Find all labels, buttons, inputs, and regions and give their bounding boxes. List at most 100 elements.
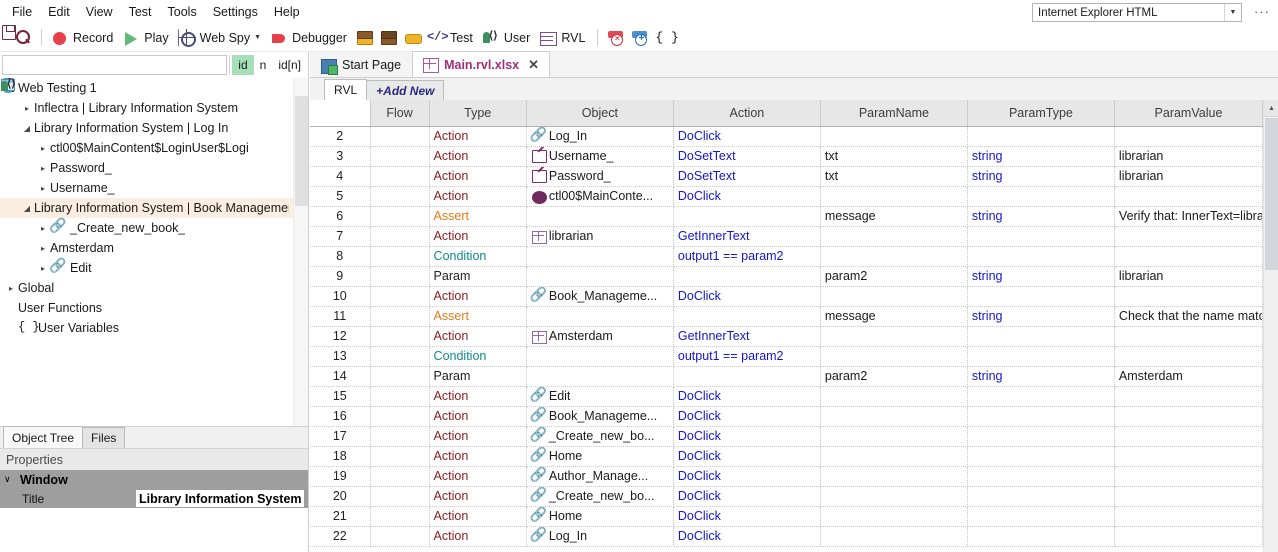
grid-column-header-rownum[interactable] [310,100,371,127]
grid-cell-action[interactable]: DoClick [673,186,821,207]
grid-cell-type[interactable]: Action [429,326,527,347]
grid-row[interactable]: 21 Action Home DoClick [310,506,1264,527]
delete-row-button[interactable] [604,26,628,50]
grid-row-number[interactable]: 22 [310,526,371,547]
menu-item-help[interactable]: Help [266,2,308,22]
grid-cell-paramtype[interactable] [967,526,1115,547]
test-code-button[interactable]: Test [425,26,479,50]
grid-column-header-paramvalue[interactable]: ParamValue [1114,100,1264,127]
grid-row-number[interactable]: 15 [310,386,371,407]
grid-cell-type[interactable]: Action [429,386,527,407]
record-button[interactable]: Record [48,26,119,50]
grid-row-number[interactable]: 10 [310,286,371,307]
grid-cell-type[interactable]: Assert [429,206,527,227]
menu-item-test[interactable]: Test [121,2,160,22]
grid-cell-paramvalue[interactable] [1114,466,1264,487]
grid-cell-paramname[interactable] [820,466,968,487]
grid-cell-object[interactable]: Password_ [526,166,674,187]
grid-cell-paramname[interactable] [820,486,968,507]
overflow-menu-button[interactable]: ··· [1254,5,1270,19]
grid-cell-paramtype[interactable] [967,386,1115,407]
grid-cell-object[interactable] [526,366,674,387]
grid-cell-paramtype[interactable]: string [967,266,1115,287]
play-button[interactable]: Play [119,26,174,50]
menu-item-edit[interactable]: Edit [40,2,78,22]
grid-cell-paramname[interactable] [820,426,968,447]
grid-cell-paramvalue[interactable] [1114,226,1264,247]
grid-cell-flow[interactable] [370,186,430,207]
grid-cell-paramtype[interactable] [967,406,1115,427]
grid-cell-object[interactable]: Edit [526,386,674,407]
grid-cell-object[interactable]: Book_Manageme... [526,406,674,427]
insert-row-button[interactable] [628,26,652,50]
grid-cell-object[interactable]: Author_Manage... [526,466,674,487]
grid-row[interactable]: 2 Action Log_In DoClick [310,126,1264,147]
grid-cell-object[interactable]: Amsterdam [526,326,674,347]
grid-cell-paramname[interactable] [820,346,968,367]
grid-cell-paramname[interactable] [820,326,968,347]
grid-row[interactable]: 19 Action Author_Manage... DoClick [310,466,1264,487]
grid-row-number[interactable]: 2 [310,126,371,147]
grid-cell-action[interactable] [673,266,821,287]
grid-cell-paramtype[interactable] [967,186,1115,207]
object-tree-scroll-thumb[interactable] [295,96,308,206]
grid-row-number[interactable]: 6 [310,206,371,227]
grid-cell-paramvalue[interactable]: librarian [1114,266,1264,287]
tree-node[interactable]: User Functions [0,78,293,318]
grid-cell-action[interactable]: DoClick [673,446,821,467]
grid-scroll-thumb[interactable] [1265,118,1278,270]
grid-cell-action[interactable]: DoClick [673,426,821,447]
grid-cell-flow[interactable] [370,366,430,387]
tree-node[interactable]: ▸ Global [0,79,293,298]
grid-row-number[interactable]: 14 [310,366,371,387]
grid-row-number[interactable]: 5 [310,186,371,207]
grid-cell-type[interactable]: Action [429,226,527,247]
grid-row-number[interactable]: 9 [310,266,371,287]
grid-row-number[interactable]: 18 [310,446,371,467]
grid-cell-object[interactable]: _Create_new_bo... [526,426,674,447]
grid-cell-type[interactable]: Action [429,406,527,427]
locator-mode-button-id[interactable]: id [232,55,254,75]
grid-cell-flow[interactable] [370,346,430,367]
grid-scrollbar[interactable]: ▲ [1263,100,1278,552]
grid-cell-action[interactable]: DoClick [673,406,821,427]
grid-row[interactable]: 4 Action Password_ DoSetText txt string librar… [310,166,1264,187]
tree-node[interactable]: ▸ Username_ [0,79,293,198]
rvl-grid-container[interactable]: Flow Type Object Action ParamName ParamType Pa… [310,100,1278,552]
tree-node[interactable]: ▸ _Create_new_book_ [0,217,293,238]
grid-cell-action[interactable]: DoSetText [673,166,821,187]
grid-cell-paramname[interactable] [820,446,968,467]
grid-cell-paramname[interactable]: txt [820,146,968,167]
grid-cell-action[interactable]: DoClick [673,466,821,487]
grid-cell-paramtype[interactable] [967,226,1115,247]
grid-cell-action[interactable]: DoClick [673,386,821,407]
add-new-sheet-tab[interactable]: +Add New [366,80,445,100]
grid-cell-paramtype[interactable]: string [967,366,1115,387]
grid-row[interactable]: 14 Param param2 string Amsterdam [310,366,1264,387]
grid-row[interactable]: 11 Assert message string Check that the name… [310,306,1264,327]
grid-column-header-paramtype[interactable]: ParamType [967,100,1115,127]
grid-cell-paramvalue[interactable] [1114,406,1264,427]
grid-cell-type[interactable]: Action [429,506,527,527]
grid-row[interactable]: 12 Action Amsterdam GetInnerText [310,326,1264,347]
sheet-tab-rvl[interactable]: RVL [324,79,368,100]
grid-cell-action[interactable] [673,366,821,387]
locator-mode-button-idn[interactable]: id[n] [272,55,307,75]
grid-cell-paramtype[interactable]: string [967,306,1115,327]
grid-cell-paramtype[interactable] [967,346,1115,367]
grid-cell-flow[interactable] [370,266,430,287]
grid-cell-action[interactable]: DoClick [673,506,821,527]
grid-cell-type[interactable]: Action [429,426,527,447]
grid-cell-action[interactable]: output1 == param2 [673,346,821,367]
chevron-down-icon[interactable]: ∨ [4,474,20,485]
grid-cell-paramvalue[interactable] [1114,286,1264,307]
grid-cell-type[interactable]: Action [429,486,527,507]
grid-cell-paramvalue[interactable] [1114,346,1264,367]
browser-profile-select[interactable]: Internet Explorer HTML ▼ [1032,3,1242,22]
grid-cell-paramtype[interactable]: string [967,146,1115,167]
grid-cell-flow[interactable] [370,506,430,527]
grid-row-number[interactable]: 8 [310,246,371,267]
grid-cell-action[interactable] [673,306,821,327]
grid-cell-type[interactable]: Param [429,366,527,387]
user-button[interactable]: User [479,26,536,50]
